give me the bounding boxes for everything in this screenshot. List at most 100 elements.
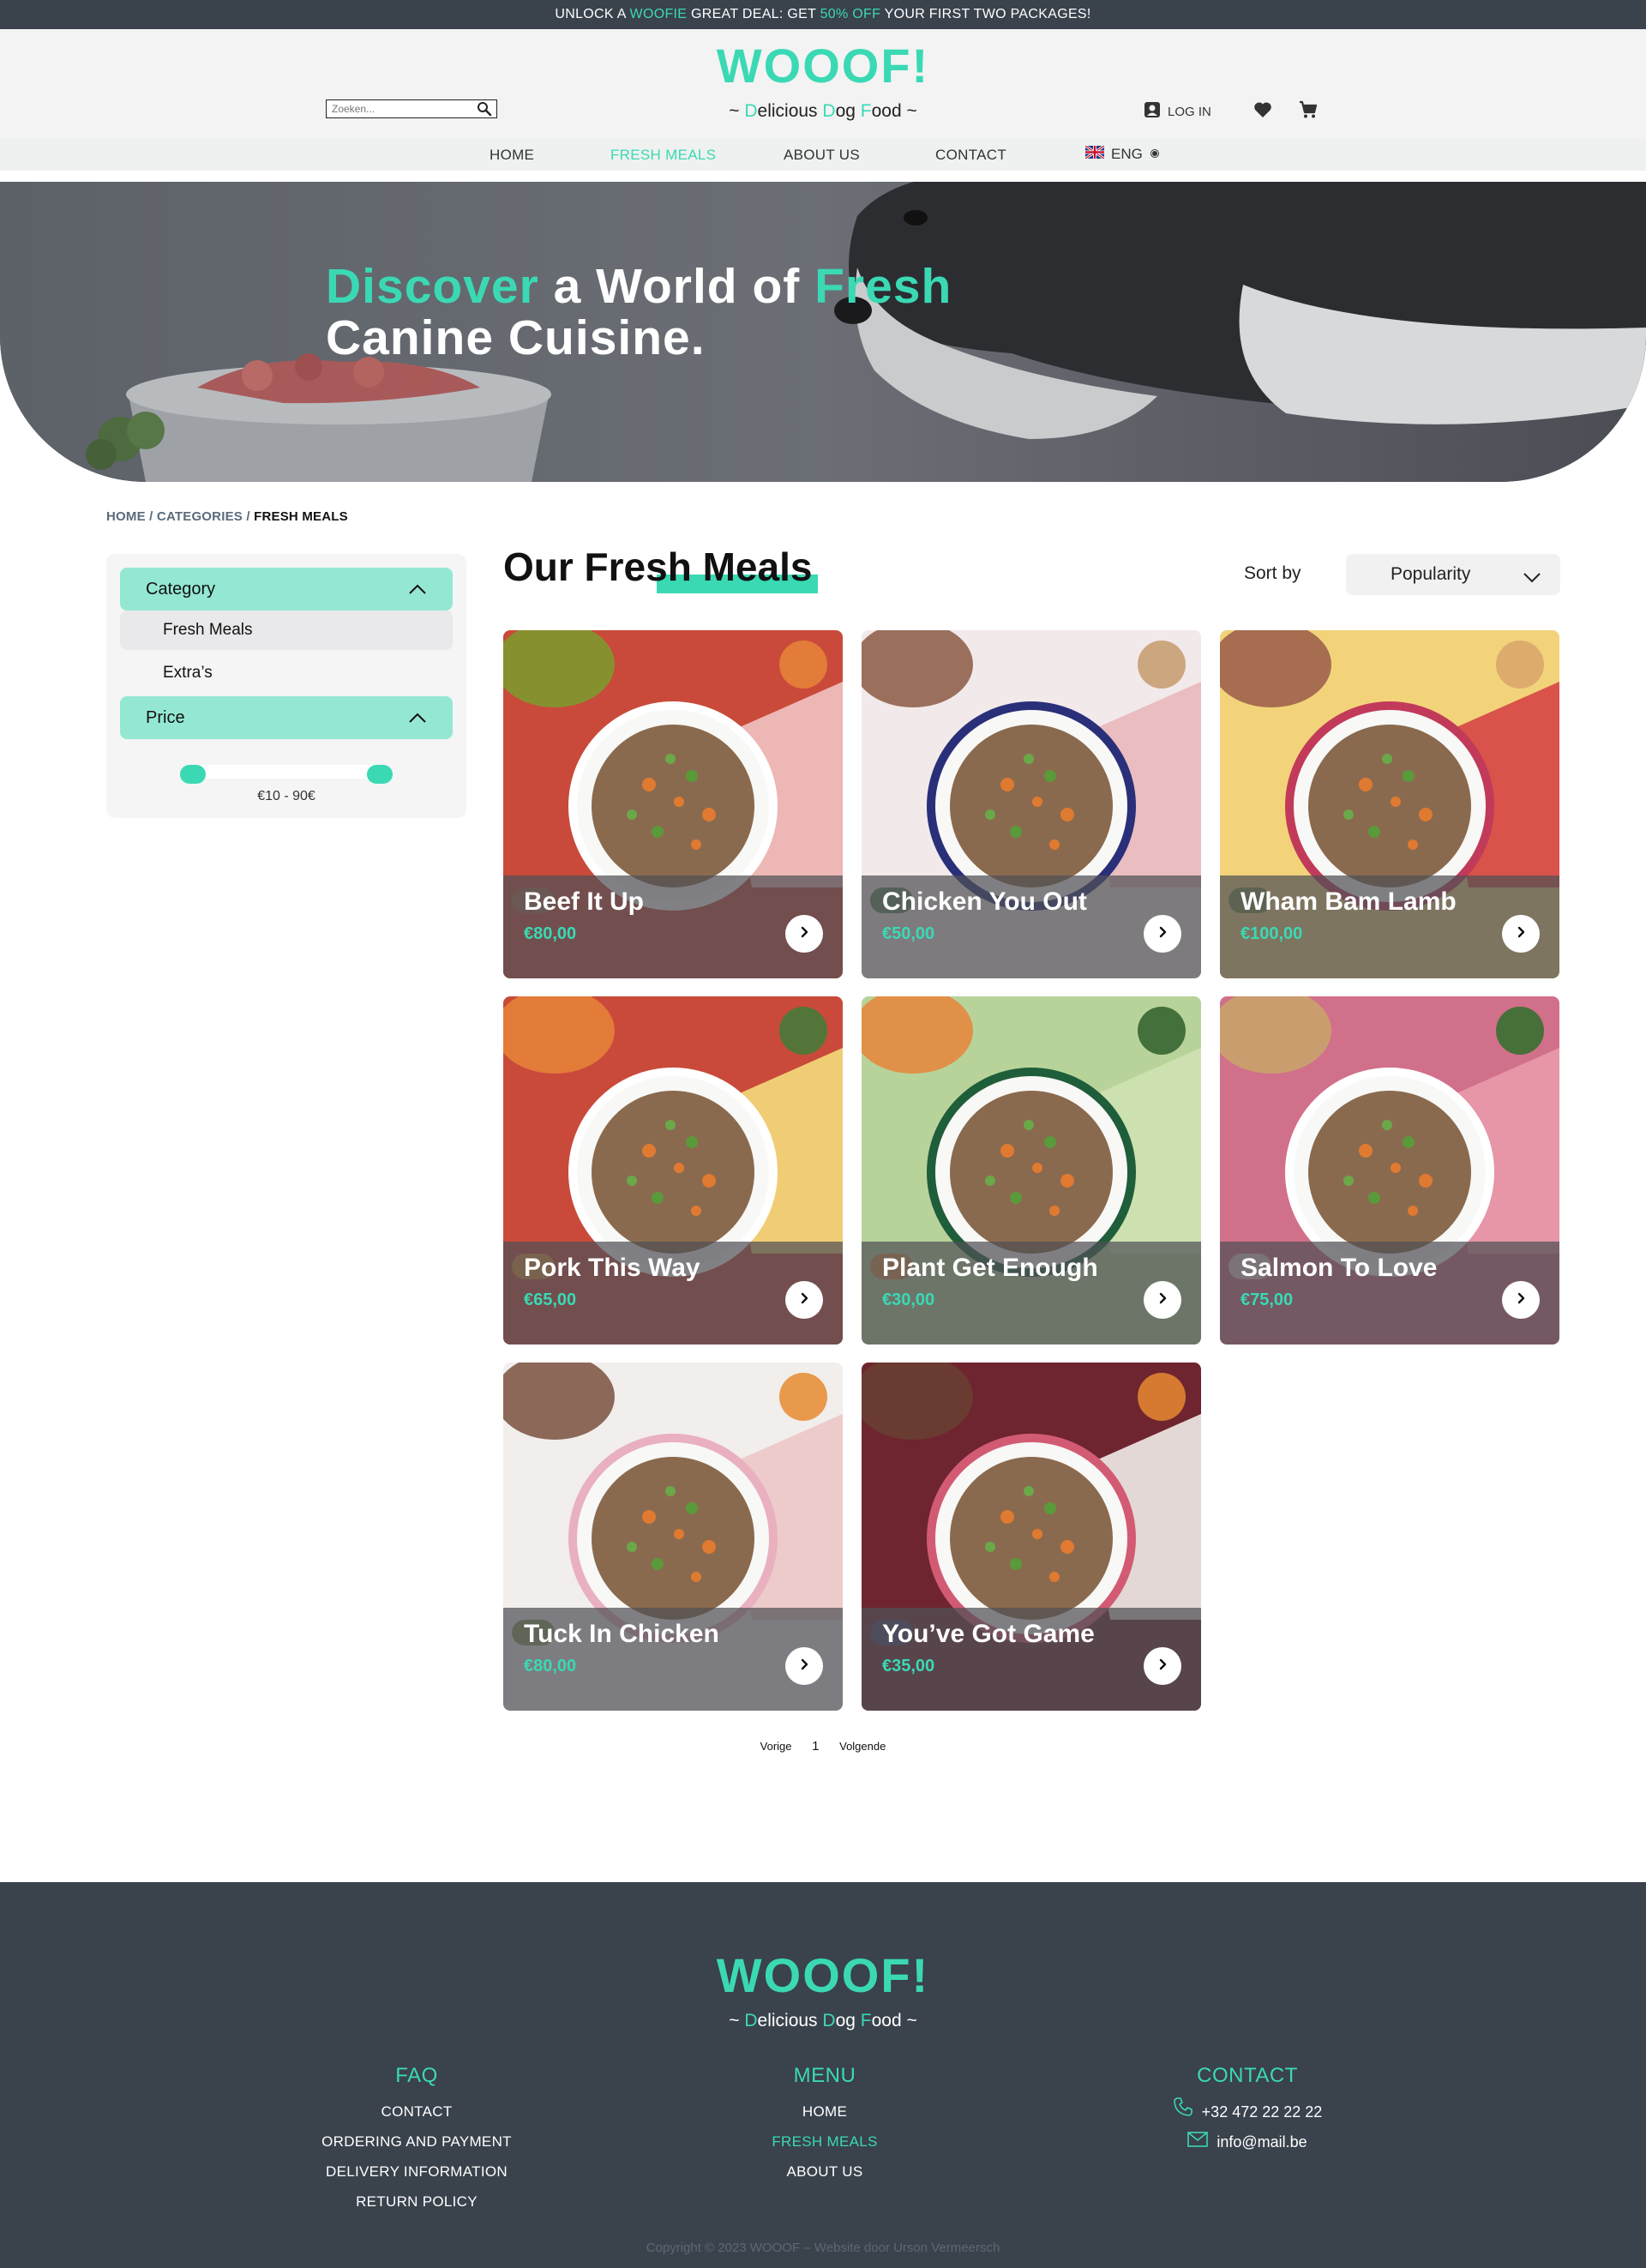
product-price: €80,00 [524, 924, 577, 943]
footer-email[interactable]: info@mail.be [1076, 2127, 1419, 2157]
product-open-button[interactable] [785, 915, 823, 953]
announcement-text-2: GREAT DEAL: GET [687, 7, 820, 21]
product-open-button[interactable] [1502, 1281, 1540, 1319]
footer-email-address: info@mail.be [1216, 2133, 1307, 2151]
product-price: €65,00 [524, 1290, 577, 1309]
breadcrumb-home[interactable]: HOME [106, 509, 146, 524]
product-card[interactable]: Chicken You Out €50,00 [862, 630, 1201, 978]
footer-link-about-us[interactable]: ABOUT US [653, 2157, 996, 2187]
site-footer: WOOOF! ~ Delicious Dog Food ~ FAQ CONTAC… [0, 1882, 1646, 2268]
tagline-letter: D [744, 2011, 758, 2030]
uk-flag-icon [1084, 144, 1105, 163]
announcement-text-1: UNLOCK A [555, 7, 630, 21]
footer-tagline: ~ Delicious Dog Food ~ [0, 2011, 1646, 2031]
pagination-page[interactable]: 1 [812, 1739, 819, 1754]
footer-faq-heading: FAQ [395, 2064, 438, 2087]
product-name[interactable]: Salmon To Love [1241, 1254, 1437, 1283]
price-label: Price [146, 707, 185, 727]
language-toggle-icon [1150, 146, 1162, 163]
chevron-up-icon [408, 708, 427, 728]
chevron-right-icon [798, 926, 810, 942]
product-card[interactable]: Pork This Way €65,00 [503, 996, 843, 1345]
cart-icon[interactable] [1298, 99, 1319, 120]
tagline-word: elicious [757, 2011, 823, 2030]
sort-select[interactable]: Popularity [1346, 554, 1560, 595]
product-open-button[interactable] [1144, 1281, 1181, 1319]
nav-item-contact[interactable]: CONTACT [935, 147, 1006, 164]
language-selector[interactable]: ENG [1084, 144, 1162, 163]
product-open-button[interactable] [785, 1647, 823, 1685]
account-icon [1144, 101, 1161, 122]
product-card[interactable]: Plant Get Enough €30,00 [862, 996, 1201, 1345]
chevron-right-icon [798, 1292, 810, 1308]
product-name[interactable]: Beef It Up [524, 887, 644, 917]
category-accordion-header[interactable]: Category [120, 568, 453, 611]
footer-phone[interactable]: +32 472 22 22 22 [1076, 2097, 1419, 2127]
footer-link-ordering[interactable]: ORDERING AND PAYMENT [245, 2127, 588, 2157]
footer-logo[interactable]: WOOOF! [0, 1947, 1646, 2003]
product-name[interactable]: Wham Bam Lamb [1241, 887, 1457, 917]
mail-icon [1187, 2127, 1209, 2157]
tagline-letter: F [860, 2011, 872, 2030]
footer-menu-heading: MENU [793, 2064, 856, 2087]
product-open-button[interactable] [1144, 1647, 1181, 1685]
footer-phone-number: +32 472 22 22 22 [1201, 2103, 1323, 2121]
product-card[interactable]: Tuck In Chicken €80,00 [503, 1363, 843, 1711]
breadcrumb-separator: / [243, 509, 255, 524]
product-price: €80,00 [524, 1657, 577, 1675]
announcement-bar: UNLOCK A WOOFIE GREAT DEAL: GET 50% OFF … [0, 0, 1646, 29]
chevron-right-icon [1156, 1292, 1168, 1308]
search-icon[interactable] [477, 101, 492, 117]
product-name[interactable]: Plant Get Enough [882, 1254, 1098, 1283]
footer-link-delivery[interactable]: DELIVERY INFORMATION [245, 2157, 588, 2187]
search-input[interactable] [326, 99, 497, 118]
product-open-button[interactable] [1144, 915, 1181, 953]
category-item-extras[interactable]: Extra’s [120, 653, 453, 693]
product-card[interactable]: Salmon To Love €75,00 [1220, 996, 1559, 1345]
product-name[interactable]: Chicken You Out [882, 887, 1087, 917]
price-slider-min-handle[interactable] [180, 765, 206, 784]
footer-menu-column: MENU HOME FRESH MEALS ABOUT US [653, 2064, 996, 2187]
nav-item-about-us[interactable]: ABOUT US [784, 147, 860, 164]
tagline-word: og [835, 101, 861, 121]
product-card[interactable]: You’ve Got Game €35,00 [862, 1363, 1201, 1711]
pagination-next[interactable]: Volgende [839, 1740, 886, 1753]
footer-link-home[interactable]: HOME [653, 2097, 996, 2127]
tagline-prefix: ~ [729, 2011, 745, 2030]
product-open-button[interactable] [785, 1281, 823, 1319]
nav-item-home[interactable]: HOME [490, 147, 534, 164]
price-slider-track[interactable] [183, 765, 381, 779]
site-logo[interactable]: WOOOF! [0, 38, 1646, 93]
product-name[interactable]: Tuck In Chicken [524, 1620, 719, 1649]
footer-contact-column: CONTACT +32 472 22 22 22 info@mail.be [1076, 2064, 1419, 2157]
nav-item-fresh-meals[interactable]: FRESH MEALS [610, 147, 716, 164]
chevron-right-icon [1156, 1658, 1168, 1675]
breadcrumb-categories[interactable]: CATEGORIES [157, 509, 243, 524]
footer-link-return[interactable]: RETURN POLICY [245, 2187, 588, 2217]
login-label: LOG IN [1168, 104, 1211, 119]
category-item-fresh-meals[interactable]: Fresh Meals [120, 611, 453, 650]
pagination-prev[interactable]: Vorige [760, 1740, 792, 1753]
price-accordion-header[interactable]: Price [120, 696, 453, 739]
product-card[interactable]: Beef It Up €80,00 [503, 630, 843, 978]
heart-icon[interactable] [1253, 99, 1273, 120]
filter-sidebar: Category Fresh Meals Extra’s Price €10 -… [106, 554, 466, 818]
product-name[interactable]: Pork This Way [524, 1254, 700, 1283]
tagline-prefix: ~ [729, 101, 745, 121]
tagline-letter: D [744, 101, 758, 121]
price-range-value: €10 - 90€ [257, 789, 315, 803]
product-name[interactable]: You’ve Got Game [882, 1620, 1095, 1649]
breadcrumb: HOME / CATEGORIES / FRESH MEALS [106, 509, 348, 524]
phone-icon [1173, 2097, 1193, 2127]
footer-link-contact[interactable]: CONTACT [245, 2097, 588, 2127]
price-slider-max-handle[interactable] [367, 765, 393, 784]
product-card[interactable]: Wham Bam Lamb €100,00 [1220, 630, 1559, 978]
product-open-button[interactable] [1502, 915, 1540, 953]
login-button[interactable]: LOG IN [1144, 101, 1211, 122]
chevron-right-icon [798, 1658, 810, 1675]
footer-link-fresh-meals[interactable]: FRESH MEALS [653, 2127, 996, 2157]
product-price: €30,00 [882, 1290, 935, 1309]
hero-word-discover: Discover [326, 259, 539, 314]
chevron-right-icon [1156, 926, 1168, 942]
announcement-highlight-discount: 50% OFF [820, 7, 881, 21]
